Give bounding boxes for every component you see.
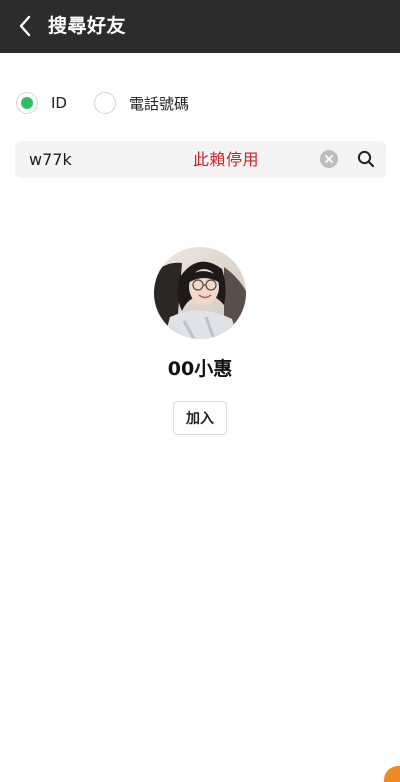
search-icon (357, 150, 375, 168)
profile-name: 00小惠 (167, 358, 233, 380)
radio-option-phone[interactable]: 電話號碼 (93, 92, 189, 114)
radio-option-id[interactable]: ID (16, 92, 94, 114)
radio-label-id: ID (51, 94, 67, 112)
radio-selected-dot (21, 97, 33, 109)
radio-button-checked[interactable] (16, 92, 38, 114)
search-input[interactable]: w77k 此賴停用 (15, 141, 386, 178)
back-button[interactable] (10, 11, 40, 41)
profile-photo (154, 247, 246, 339)
page-title: 搜尋好友 (48, 15, 127, 37)
search-type-selector: ID 電話號碼 (16, 90, 189, 116)
chevron-left-icon (19, 15, 31, 37)
avatar (154, 247, 246, 339)
search-friends-screen: 搜尋好友 ID 電話號碼 w77k 此賴停用 00小惠 加入 (0, 0, 400, 782)
add-friend-button[interactable]: 加入 (173, 401, 227, 435)
radio-button-unchecked[interactable] (93, 92, 116, 114)
clear-circle-icon (325, 155, 333, 163)
radio-label-phone: 電話號碼 (128, 94, 189, 113)
app-header: 搜尋好友 (0, 0, 400, 53)
floating-badge-icon[interactable] (384, 766, 400, 782)
search-button[interactable] (356, 149, 376, 169)
clear-search-button[interactable] (320, 150, 338, 168)
search-input-value[interactable]: w77k (29, 149, 72, 170)
account-disabled-notice: 此賴停用 (193, 150, 260, 169)
